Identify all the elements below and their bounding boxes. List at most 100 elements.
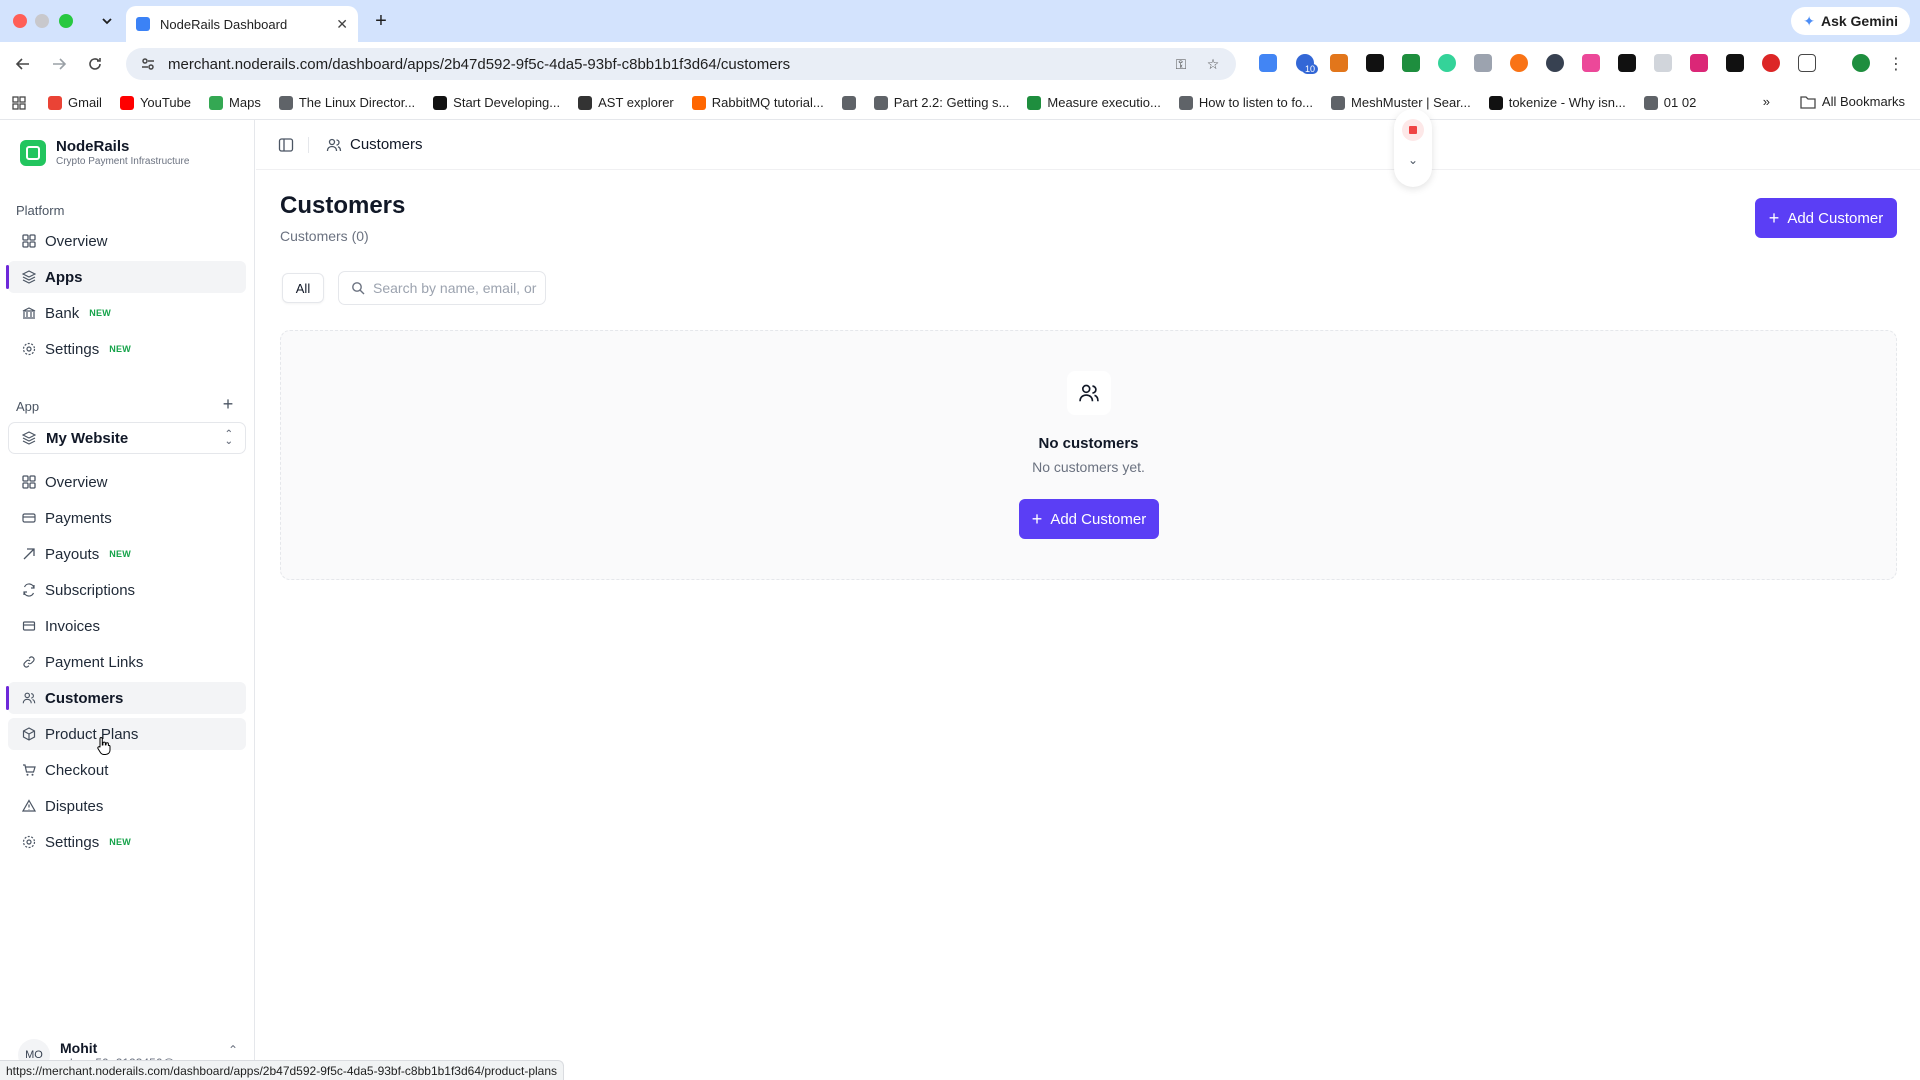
- empty-state-title: No customers: [1038, 435, 1139, 452]
- sidebar-toggle-icon[interactable]: [278, 137, 294, 153]
- bookmark-item[interactable]: Gmail: [48, 95, 102, 110]
- bookmark-item[interactable]: The Linux Director...: [278, 95, 415, 110]
- bookmark-favicon-icon: [1488, 95, 1503, 110]
- grid-icon: [21, 474, 37, 490]
- top-bar: Customers: [256, 120, 1920, 170]
- bookmark-item[interactable]: MeshMuster | Sear...: [1331, 95, 1471, 110]
- status-bar-url: https://merchant.noderails.com/dashboard…: [0, 1060, 565, 1080]
- more-bookmarks-button[interactable]: »: [1763, 94, 1770, 109]
- sidebar-item-invoices[interactable]: Invoices: [8, 610, 246, 642]
- bookmark-item[interactable]: 01 02: [1643, 95, 1696, 110]
- window-close-button[interactable]: [13, 14, 27, 28]
- sidebar-item-customers[interactable]: Customers: [6, 682, 246, 714]
- empty-state-add-customer-button[interactable]: + Add Customer: [1019, 499, 1159, 539]
- chevron-up-down-icon: ⌃ ⌄: [224, 429, 233, 447]
- reload-icon: [89, 58, 101, 70]
- bookmark-item[interactable]: YouTube: [119, 95, 191, 110]
- new-tab-button[interactable]: +: [368, 8, 394, 34]
- bookmark-item[interactable]: Measure executio...: [1027, 95, 1161, 110]
- search-input[interactable]: [373, 280, 538, 296]
- extension-icon[interactable]: [1474, 54, 1492, 72]
- empty-state: No customers No customers yet. + Add Cus…: [280, 330, 1897, 580]
- extension-icon[interactable]: [1438, 54, 1456, 72]
- sidebar-item-platform-settings[interactable]: Settings NEW: [8, 333, 246, 365]
- sidebar-item-bank[interactable]: Bank NEW: [8, 297, 246, 329]
- password-key-icon[interactable]: ⚿: [1172, 55, 1190, 73]
- add-customer-label: Add Customer: [1050, 510, 1147, 528]
- bookmark-favicon-icon: [691, 95, 706, 110]
- stop-recording-icon[interactable]: [1402, 119, 1424, 141]
- bookmark-item[interactable]: Maps: [209, 95, 261, 110]
- gear-icon: [21, 834, 37, 850]
- bookmark-label: tokenize - Why isn...: [1508, 95, 1626, 110]
- extension-icon[interactable]: [1762, 54, 1780, 72]
- add-customer-button[interactable]: + Add Customer: [1755, 198, 1897, 238]
- sidebar-item-settings[interactable]: Settings NEW: [8, 826, 246, 858]
- apps-grid-icon[interactable]: [12, 95, 26, 110]
- address-bar[interactable]: merchant.noderails.com/dashboard/apps/2b…: [126, 48, 1236, 80]
- sidebar-item-overview[interactable]: Overview: [8, 466, 246, 498]
- app-selector[interactable]: My Website ⌃ ⌄: [8, 422, 246, 454]
- bookmark-label: AST explorer: [598, 95, 674, 110]
- all-bookmarks-button[interactable]: All Bookmarks: [1800, 94, 1905, 109]
- filter-all-tab[interactable]: All: [282, 273, 324, 303]
- bookmark-item[interactable]: RabbitMQ tutorial...: [691, 95, 824, 110]
- bookmark-item[interactable]: tokenize - Why isn...: [1488, 95, 1626, 110]
- sidebar-item-platform-overview[interactable]: Overview: [8, 225, 246, 257]
- back-button[interactable]: [11, 52, 35, 76]
- reload-button[interactable]: [83, 52, 107, 76]
- chevron-down-icon[interactable]: ⌄: [1408, 153, 1418, 167]
- extension-icon[interactable]: [1726, 54, 1744, 72]
- bookmark-item[interactable]: [841, 95, 856, 110]
- tab-search-button[interactable]: [95, 9, 119, 33]
- download-extension-icon[interactable]: [1402, 54, 1420, 72]
- extension-icon[interactable]: [1510, 54, 1528, 72]
- extension-icon[interactable]: [1546, 54, 1564, 72]
- bookmark-favicon-icon: [1178, 95, 1193, 110]
- bookmark-star-icon[interactable]: ☆: [1204, 55, 1222, 73]
- browser-menu-icon[interactable]: ⋮: [1884, 52, 1908, 76]
- extension-icon[interactable]: [1582, 54, 1600, 72]
- browser-tab-active[interactable]: NodeRails Dashboard ✕: [126, 6, 358, 42]
- window-maximize-button[interactable]: [59, 14, 73, 28]
- tab-close-icon[interactable]: ✕: [336, 16, 348, 33]
- bookmark-item[interactable]: How to listen to fo...: [1178, 95, 1313, 110]
- tab-title: NodeRails Dashboard: [160, 16, 288, 32]
- metamask-extension-icon[interactable]: [1330, 54, 1348, 72]
- bookmark-item[interactable]: Part 2.2: Getting s...: [873, 95, 1009, 110]
- alert-triangle-icon: [21, 798, 37, 814]
- extension-icon[interactable]: [1654, 54, 1672, 72]
- sidebar-item-apps[interactable]: Apps: [6, 261, 246, 293]
- extension-icon[interactable]: [1259, 54, 1277, 72]
- extension-icon[interactable]: [1618, 54, 1636, 72]
- screen-recorder-widget[interactable]: ⌄: [1394, 109, 1432, 187]
- site-settings-icon[interactable]: [140, 56, 156, 72]
- add-customer-label: Add Customer: [1787, 209, 1884, 227]
- brand[interactable]: NodeRails Crypto Payment Infrastructure: [20, 138, 189, 167]
- add-app-button[interactable]: +: [220, 394, 236, 414]
- sidebar: NodeRails Crypto Payment Infrastructure …: [0, 120, 255, 1080]
- sidebar-item-payouts[interactable]: Payouts NEW: [8, 538, 246, 570]
- forward-button[interactable]: [47, 52, 71, 76]
- user-name: Mohit: [60, 1040, 98, 1056]
- window-minimize-button[interactable]: [35, 14, 49, 28]
- extension-icon[interactable]: [1366, 54, 1384, 72]
- sidebar-item-label: Checkout: [45, 761, 109, 779]
- sidebar-item-checkout[interactable]: Checkout: [8, 754, 246, 786]
- search-field[interactable]: [338, 271, 546, 305]
- sidebar-item-label: Customers: [45, 689, 124, 707]
- profile-avatar-icon[interactable]: [1852, 54, 1870, 72]
- sidebar-item-disputes[interactable]: Disputes: [8, 790, 246, 822]
- bookmark-item[interactable]: Start Developing...: [433, 95, 560, 110]
- bookmark-item[interactable]: AST explorer: [578, 95, 674, 110]
- extensions-puzzle-icon[interactable]: [1798, 54, 1816, 72]
- sidebar-item-payments[interactable]: Payments: [8, 502, 246, 534]
- sidebar-item-product-plans[interactable]: Product Plans: [8, 718, 246, 750]
- extension-icon[interactable]: [1690, 54, 1708, 72]
- bookmark-label: Gmail: [68, 95, 102, 110]
- bank-icon: [21, 305, 37, 321]
- sidebar-item-subscriptions[interactable]: Subscriptions: [8, 574, 246, 606]
- arrow-right-icon: [53, 58, 67, 70]
- sidebar-item-payment-links[interactable]: Payment Links: [8, 646, 246, 678]
- ask-gemini-button[interactable]: ✦ Ask Gemini: [1791, 7, 1910, 35]
